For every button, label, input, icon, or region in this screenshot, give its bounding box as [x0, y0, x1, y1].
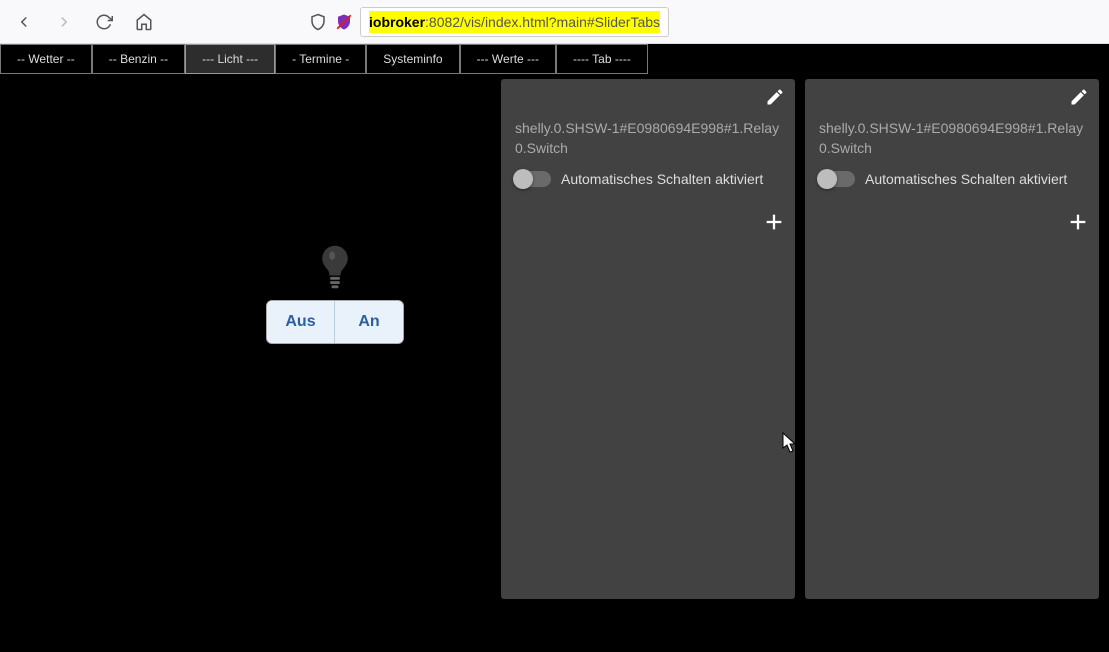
- tabs-row: -- Wetter -- -- Benzin -- --- Licht --- …: [0, 44, 1109, 74]
- auto-switch-toggle[interactable]: [819, 171, 855, 187]
- tab-benzin[interactable]: -- Benzin --: [92, 44, 185, 74]
- back-button[interactable]: [8, 6, 40, 38]
- bulb-on-button[interactable]: An: [335, 301, 403, 343]
- url-bar[interactable]: iobroker:8082/vis/index.html?main#Slider…: [360, 7, 669, 37]
- card-0: shelly.0.SHSW-1#E0980694E998#1.Relay0.Sw…: [501, 79, 795, 599]
- tab-licht[interactable]: --- Licht ---: [185, 44, 275, 74]
- tracking-protection-icon[interactable]: [334, 12, 354, 32]
- bulb-toggle: Aus An: [266, 300, 404, 344]
- tab-werte[interactable]: --- Werte ---: [460, 44, 556, 74]
- bulb-icon: [318, 244, 352, 290]
- url-domain: iobroker: [369, 14, 425, 30]
- add-icon[interactable]: [763, 211, 785, 238]
- switch-label: Automatisches Schalten aktiviert: [865, 170, 1067, 188]
- home-button[interactable]: [128, 6, 160, 38]
- card-title: shelly.0.SHSW-1#E0980694E998#1.Relay0.Sw…: [515, 119, 781, 158]
- shield-icon[interactable]: [308, 12, 328, 32]
- tab-tab[interactable]: ---- Tab ----: [556, 44, 648, 74]
- tab-systeminfo[interactable]: Systeminfo: [366, 44, 459, 74]
- tab-wetter[interactable]: -- Wetter --: [0, 44, 92, 74]
- url-path: :8082/vis/index.html?main#SliderTabs: [425, 14, 660, 30]
- tab-termine[interactable]: - Termine -: [275, 44, 366, 74]
- card-1: shelly.0.SHSW-1#E0980694E998#1.Relay0.Sw…: [805, 79, 1099, 599]
- forward-button[interactable]: [48, 6, 80, 38]
- edit-icon[interactable]: [765, 87, 785, 112]
- bulb-off-button[interactable]: Aus: [267, 301, 335, 343]
- edit-icon[interactable]: [1069, 87, 1089, 112]
- switch-label: Automatisches Schalten aktiviert: [561, 170, 763, 188]
- reload-button[interactable]: [88, 6, 120, 38]
- add-icon[interactable]: [1067, 211, 1089, 238]
- auto-switch-toggle[interactable]: [515, 171, 551, 187]
- bulb-widget: Aus An: [260, 244, 410, 344]
- card-title: shelly.0.SHSW-1#E0980694E998#1.Relay0.Sw…: [819, 119, 1085, 158]
